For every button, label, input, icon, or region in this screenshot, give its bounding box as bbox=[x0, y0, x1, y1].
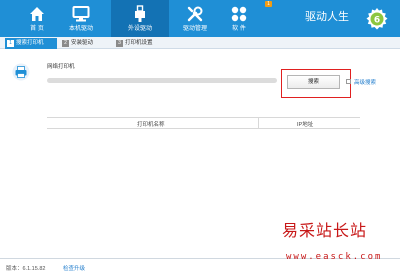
watermark-title: 易采站长站 bbox=[282, 221, 368, 240]
nav-software[interactable]: 软 件 bbox=[210, 0, 268, 37]
nav-local-driver-label: 本机驱动 bbox=[68, 26, 93, 32]
printer-table-header: 打印机名称 IP地址 bbox=[47, 117, 360, 129]
software-update-badge: 1 bbox=[265, 1, 272, 7]
column-divider bbox=[258, 118, 259, 129]
monitor-icon bbox=[72, 6, 90, 22]
home-icon bbox=[30, 7, 44, 21]
nav-local-driver[interactable]: 本机驱动 bbox=[52, 0, 110, 37]
tab-printer-settings-number: 3 bbox=[116, 40, 123, 47]
search-progress-bar bbox=[47, 78, 277, 83]
wrench-icon bbox=[187, 6, 203, 22]
version-text: 版本：6.1.15.82 bbox=[6, 266, 46, 272]
usb-icon bbox=[135, 5, 145, 22]
tab-printer-settings-label: 打印机设置 bbox=[125, 40, 153, 46]
svg-text:6: 6 bbox=[374, 16, 380, 26]
app-logo-icon: 6 bbox=[366, 8, 388, 30]
column-ip-address[interactable]: IP地址 bbox=[297, 120, 313, 128]
step-tabs bbox=[0, 37, 400, 49]
network-printer-label: 网络打印机 bbox=[47, 64, 75, 70]
tab-search-printer-number: 1 bbox=[7, 40, 14, 47]
app-title: 驱动人生 bbox=[305, 11, 349, 23]
apps-icon bbox=[231, 6, 247, 22]
advanced-search-checkbox[interactable] bbox=[346, 79, 351, 84]
search-button[interactable]: 搜索 bbox=[287, 75, 340, 89]
watermark-url: www.easck.com bbox=[286, 252, 383, 262]
tab-install-driver-number: 2 bbox=[62, 40, 69, 47]
check-update-link[interactable]: 检查升级 bbox=[63, 264, 85, 272]
nav-peripheral-driver[interactable]: 外设驱动 bbox=[111, 0, 169, 37]
printer-icon bbox=[12, 63, 30, 81]
column-printer-name[interactable]: 打印机名称 bbox=[137, 120, 165, 128]
nav-peripheral-driver-label: 外设驱动 bbox=[127, 26, 152, 32]
advanced-search-link[interactable]: 高级搜索 bbox=[354, 78, 376, 86]
tab-install-driver[interactable]: 2 安装驱动 bbox=[62, 39, 93, 48]
tab-install-driver-label: 安装驱动 bbox=[71, 40, 94, 46]
nav-software-label: 软 件 bbox=[232, 26, 246, 32]
tab-search-printer-label: 搜索打印机 bbox=[16, 40, 44, 46]
top-navigation-bar: 首 页 本机驱动 外设驱动 驱动管理 软 件 1 驱动人生 6 bbox=[0, 0, 400, 37]
tab-printer-settings[interactable]: 3 打印机设置 bbox=[116, 39, 153, 48]
tab-search-printer[interactable]: 1 搜索打印机 bbox=[7, 39, 44, 48]
